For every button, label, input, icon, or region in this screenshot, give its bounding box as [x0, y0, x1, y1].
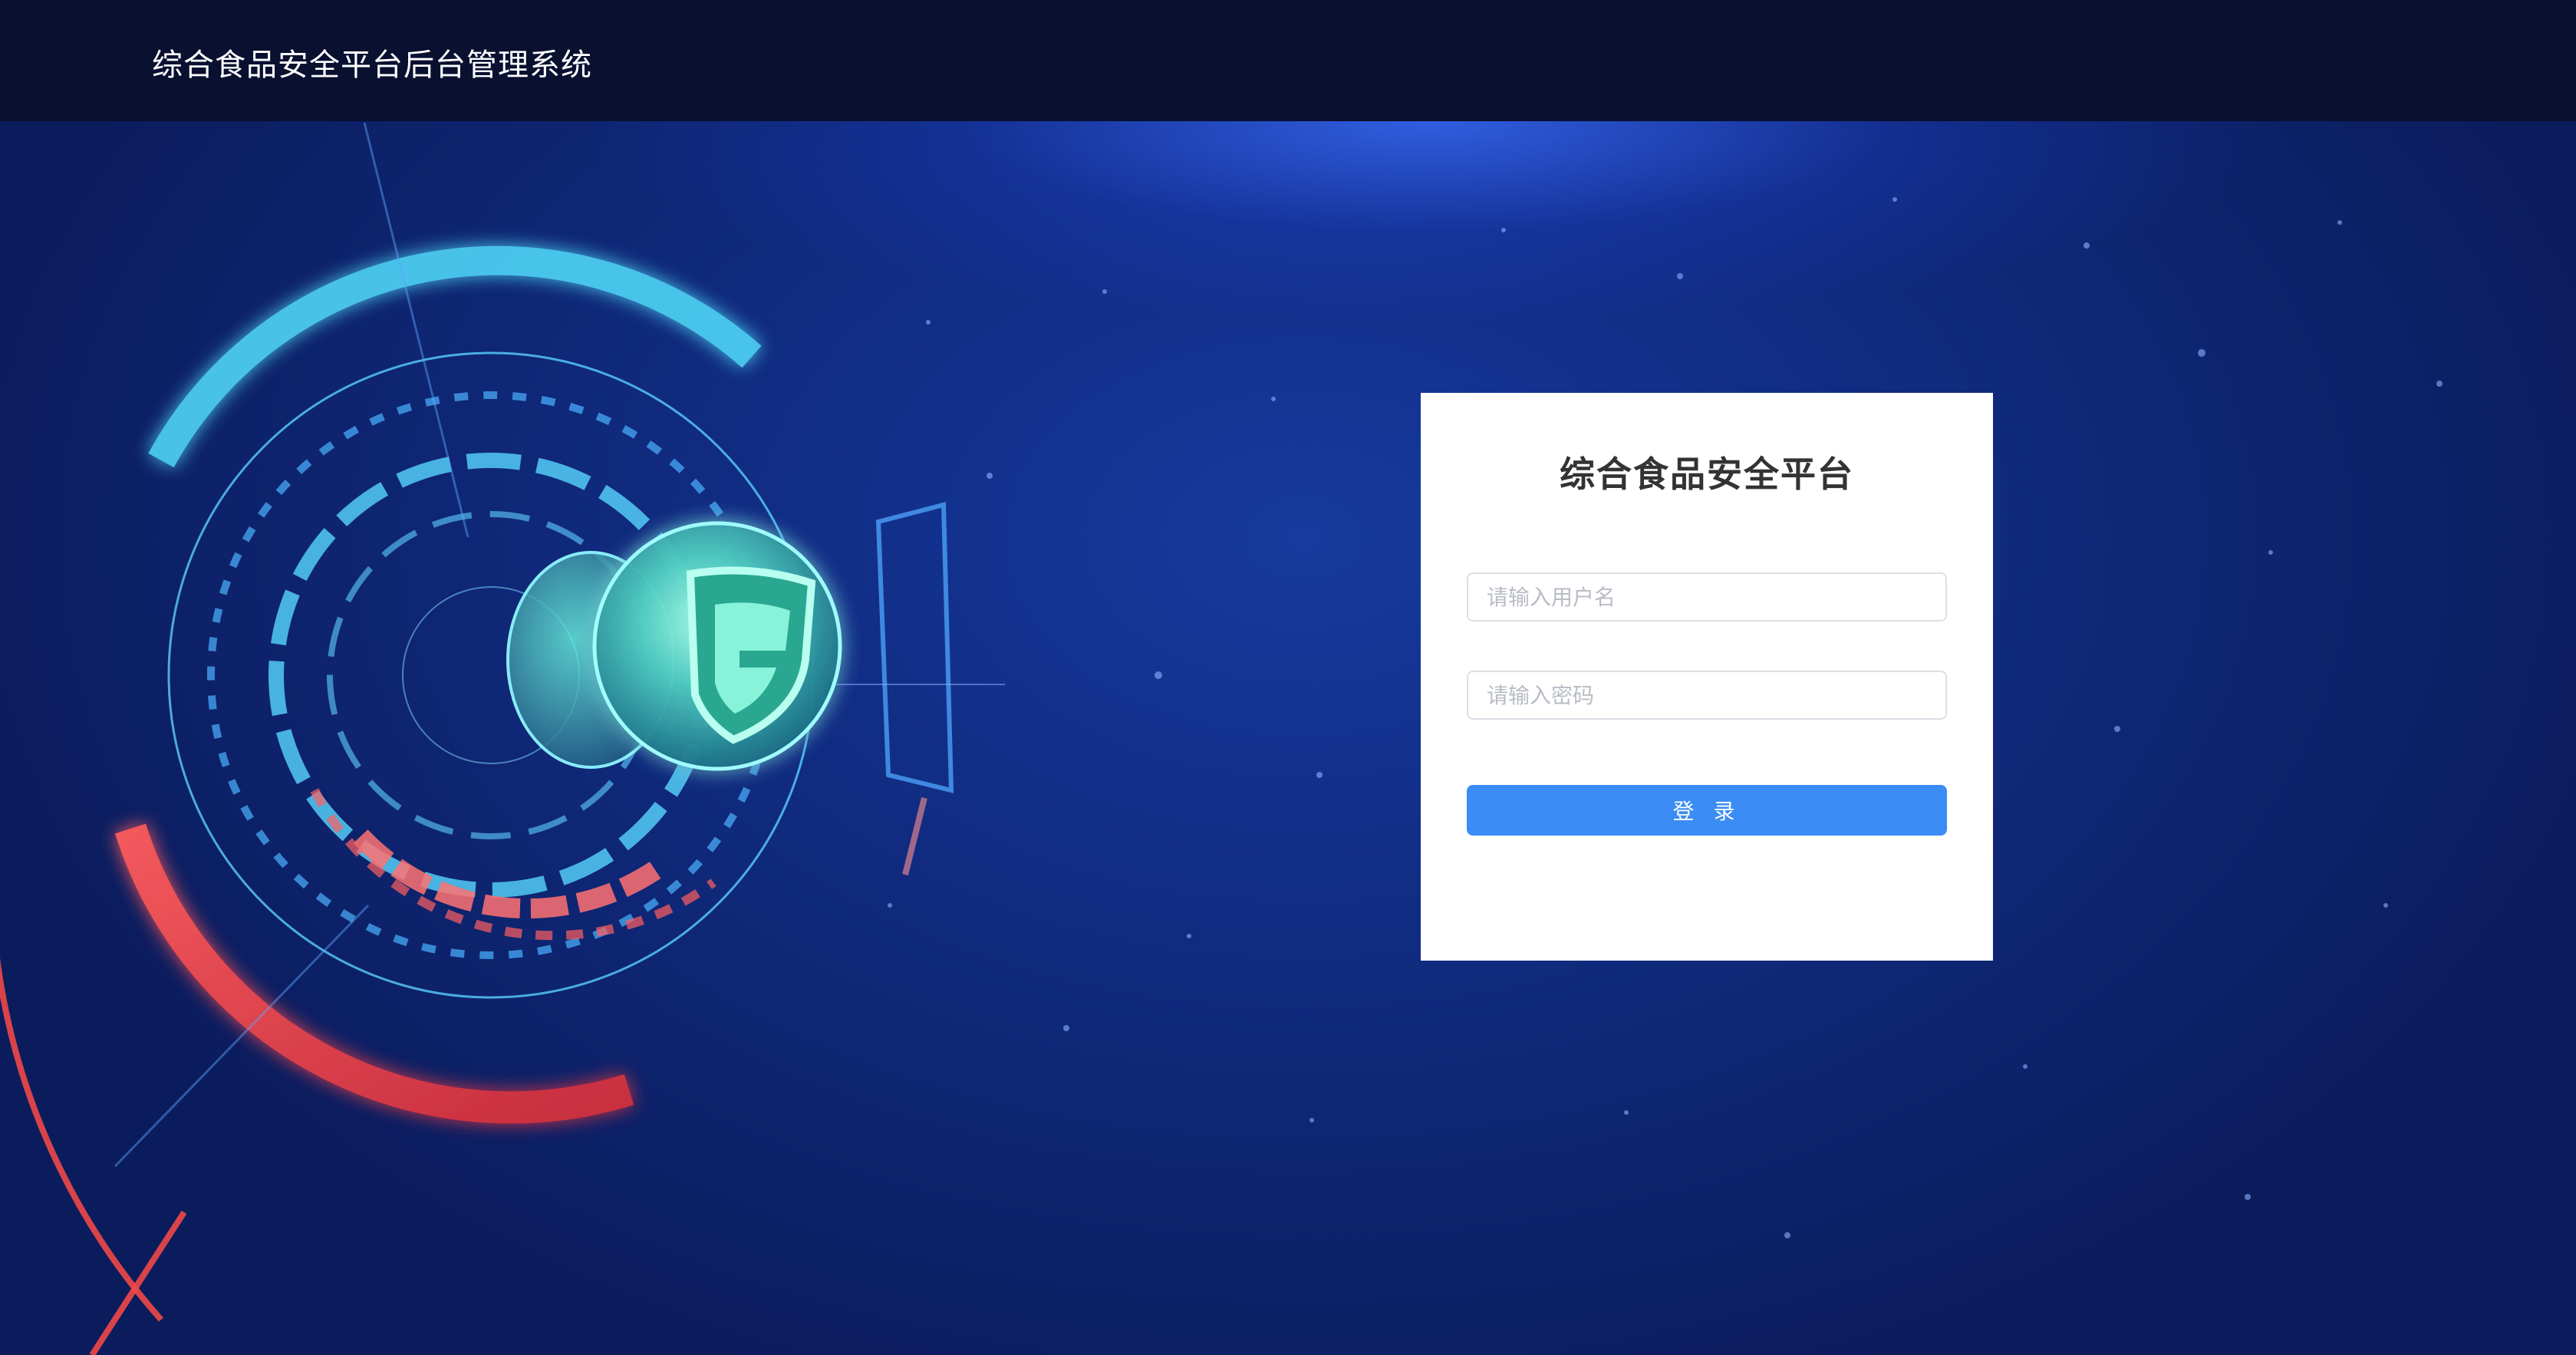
username-input[interactable] — [1467, 572, 1947, 621]
password-input[interactable] — [1467, 671, 1947, 720]
login-button[interactable]: 登 录 — [1467, 785, 1947, 836]
login-panel: 综合食品安全平台 登 录 — [1421, 393, 1993, 961]
system-title: 综合食品安全平台后台管理系统 — [152, 48, 592, 83]
security-illustration — [0, 122, 2443, 1355]
login-page: 综合食品安全平台后台管理系统 综合食品安全平台 登 录 — [0, 0, 2576, 1355]
login-title: 综合食品安全平台 — [1560, 453, 1854, 495]
top-header-bar: 综合食品安全平台后台管理系统 — [0, 0, 2576, 121]
